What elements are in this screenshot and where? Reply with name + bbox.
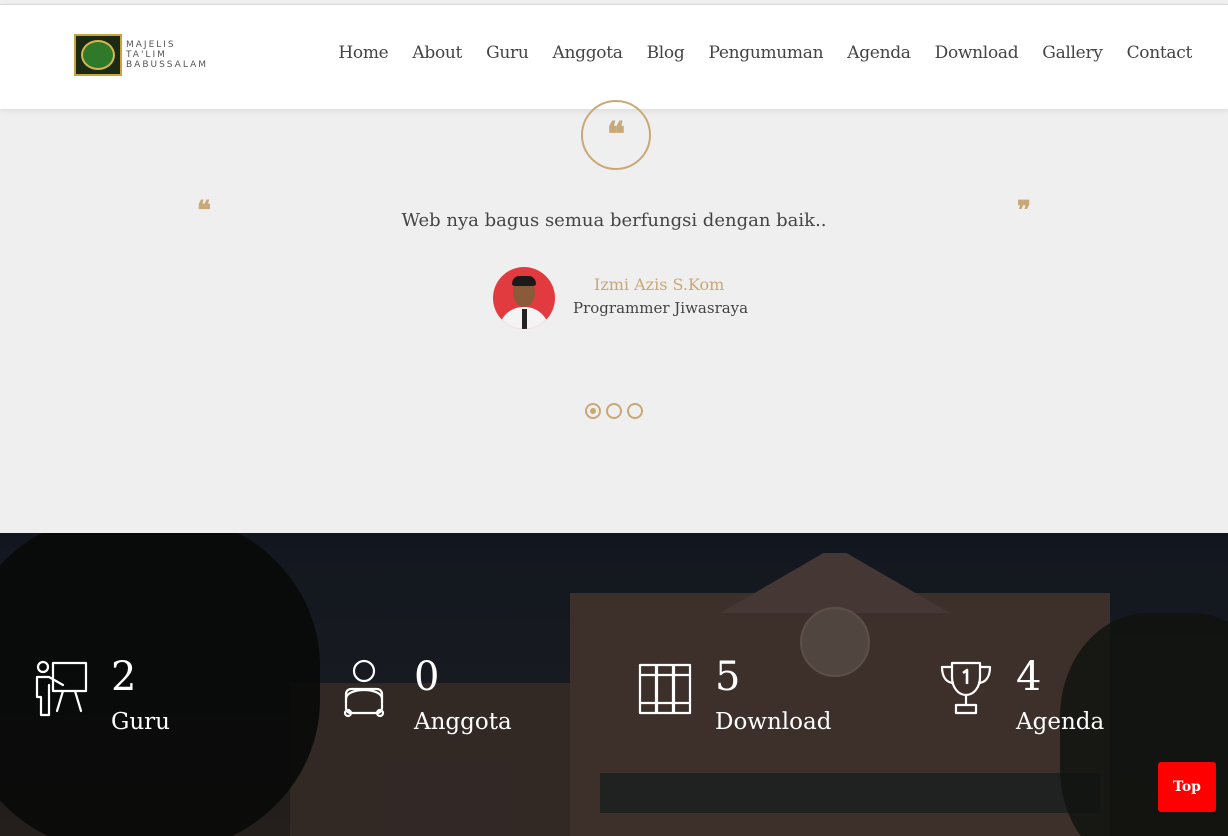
author-role: Programmer Jiwasraya — [573, 299, 749, 317]
stat-download-label: Download — [715, 709, 832, 735]
nav-blog[interactable]: Blog — [647, 43, 685, 63]
carousel-dot-2[interactable] — [606, 403, 622, 419]
carousel-dot-3[interactable] — [627, 403, 643, 419]
main-nav: Home About Guru Anggota Blog Pengumuman … — [314, 43, 1192, 63]
stat-agenda: 4 Agenda — [938, 657, 1104, 735]
site-header: MAJELIS TA'LIM BABUSSALAM Home About Gur… — [0, 5, 1228, 109]
stat-guru-label: Guru — [111, 709, 170, 735]
nav-agenda[interactable]: Agenda — [847, 43, 911, 63]
stat-guru-number: 2 — [111, 654, 137, 700]
quote-circle-icon: ❝ — [581, 100, 651, 170]
carousel-dot-1[interactable] — [585, 403, 601, 419]
stat-agenda-label: Agenda — [1016, 709, 1105, 735]
site-logo[interactable]: MAJELIS TA'LIM BABUSSALAM — [74, 34, 208, 76]
books-icon — [638, 663, 692, 715]
nav-pengumuman[interactable]: Pengumuman — [708, 43, 823, 63]
trophy-icon — [940, 661, 992, 715]
stat-anggota-label: Anggota — [414, 709, 512, 735]
author-name: Izmi Azis S.Kom — [594, 275, 725, 294]
carousel-dots — [585, 403, 643, 419]
nav-home[interactable]: Home — [338, 43, 388, 63]
stat-guru: 2 Guru — [33, 657, 170, 735]
member-icon — [343, 659, 385, 718]
stat-anggota-number: 0 — [414, 654, 440, 700]
nav-download[interactable]: Download — [935, 43, 1019, 63]
stat-download: 5 Download — [637, 657, 831, 735]
logo-text: MAJELIS TA'LIM BABUSSALAM — [126, 40, 208, 70]
back-to-top-button[interactable]: Top — [1158, 762, 1216, 812]
stat-anggota: 0 Anggota — [336, 657, 512, 735]
teacher-icon — [35, 660, 88, 717]
stat-agenda-number: 4 — [1016, 654, 1042, 700]
nav-guru[interactable]: Guru — [486, 43, 529, 63]
author-avatar — [493, 267, 555, 329]
nav-gallery[interactable]: Gallery — [1042, 43, 1103, 63]
nav-about[interactable]: About — [412, 43, 462, 63]
nav-anggota[interactable]: Anggota — [553, 43, 623, 63]
nav-contact[interactable]: Contact — [1127, 43, 1193, 63]
stat-download-number: 5 — [715, 654, 741, 700]
logo-emblem-icon — [74, 34, 122, 76]
stats-section: 2 Guru 0 Anggota 5 Download 4 Agenda — [0, 533, 1228, 836]
testimonial-text: Web nya bagus semua berfungsi dengan bai… — [401, 210, 827, 231]
